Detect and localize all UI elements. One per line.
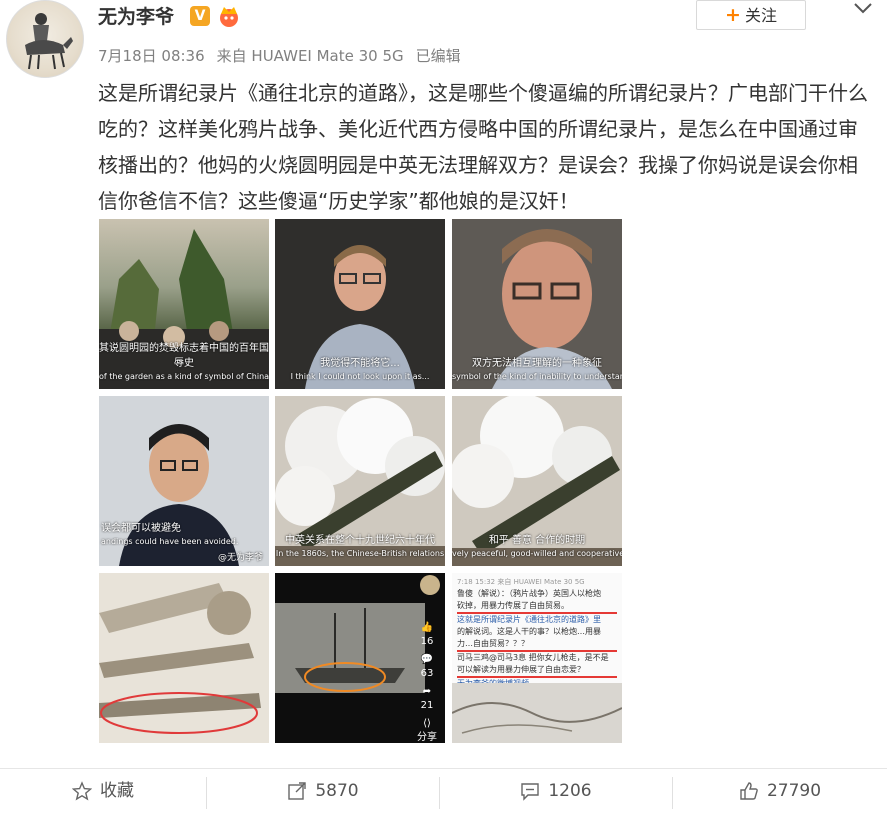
embedded-text: 的解说词。这是人干的事？以枪炮…用暴 [457, 627, 601, 636]
image-caption-en: symbol of the kind of inability to under… [452, 372, 622, 381]
comment-icon [521, 783, 540, 801]
image-caption-en: In the 1860s, the Chinese-British relati… [275, 549, 445, 558]
image-caption-cn: 其说圆明园的焚毁标志着中国的百年国辱史 [99, 343, 269, 369]
share-arrow-icon[interactable]: ➦ [417, 685, 437, 699]
image-thumbnail[interactable]: 中英关系在整个十九世纪六十年代 In the 1860s, the Chines… [275, 396, 445, 566]
like-button[interactable]: 27790 [673, 769, 887, 817]
repost-button[interactable]: 5870 [207, 769, 439, 817]
edited-label[interactable]: 已编辑 [416, 47, 461, 65]
avatar[interactable] [6, 0, 84, 78]
embedded-text: 鲁傻（解说）：（鸦片战争）英国人以枪炮 [457, 589, 601, 598]
image-thumbnail[interactable]: 误会都可以被避免 andings could have been avoided… [99, 396, 269, 566]
image-caption-en: I think I could not look upon it as... [290, 372, 430, 381]
repost-icon [288, 782, 307, 800]
image-thumbnail[interactable]: 👍 16 💬 63 ➦ 21 ⟨⟩ 分享 [275, 573, 445, 743]
image-thumbnail[interactable] [99, 573, 269, 743]
image-thumbnail[interactable]: 我觉得不能将它... I think I could not look upon… [275, 219, 445, 389]
image-caption-cn: 我觉得不能将它... [320, 358, 400, 369]
image-thumbnail[interactable]: 7:18 15:32 来自 HUAWEI Mate 30 5G 鲁傻（解说）：（… [452, 573, 622, 743]
comment-icon[interactable]: 💬 [417, 653, 437, 667]
favorite-button[interactable]: 收藏 [0, 769, 206, 817]
star-icon [71, 781, 93, 801]
watermark: @无为李爷 [217, 553, 263, 563]
verified-badge-icon: V [190, 6, 210, 26]
like-count: 27790 [766, 781, 822, 801]
embedded-text: 司马三鸡@司马3息 把你女儿枪走，是不是 [457, 653, 609, 662]
crown-icon [220, 7, 238, 27]
embedded-text: 可以解读为用暴力伸展了自由恋爱？ [457, 664, 617, 678]
comment-button[interactable]: 1206 [440, 769, 672, 817]
follow-label: 关注 [744, 6, 777, 25]
embedded-header: 7:18 15:32 来自 HUAWEI Mate 30 5G [457, 578, 585, 586]
thumbs-up-icon[interactable]: 👍 [417, 621, 437, 635]
image-thumbnail[interactable]: 其说圆明园的焚毁标志着中国的百年国辱史 of the garden as a k… [99, 219, 269, 389]
action-bar: 收藏 5870 1206 27790 [0, 768, 887, 817]
image-caption-cn: 误会都可以被避免 [101, 523, 181, 534]
image-thumbnail[interactable]: 双方无法相互理解的一种象征 symbol of the kind of inab… [452, 219, 622, 389]
image-caption-cn: 和平 善意 合作的时期 [488, 535, 586, 546]
image-caption-cn: 中英关系在整个十九世纪六十年代 [285, 535, 435, 546]
share-label: 分享 [417, 732, 437, 743]
image-caption-en: of the garden as a kind of symbol of Chi… [99, 372, 269, 381]
thumbs-up-icon [740, 782, 758, 800]
post-source: 来自 HUAWEI Mate 30 5G [216, 47, 404, 65]
share-icon[interactable]: ⟨⟩ [417, 717, 437, 731]
repost-count: 5870 [315, 781, 359, 801]
shares-count: 21 [420, 700, 434, 711]
embedded-text: 力…自由贸易？？？ [457, 638, 617, 652]
follow-button[interactable]: + 关注 [696, 0, 806, 30]
image-caption-en: andings could have been avoided. [101, 537, 239, 546]
post-text: 这是所谓纪录片《通往北京的道路》，这是哪些个傻逼编的所谓纪录片？广电部门干什么吃… [98, 81, 868, 213]
image-caption-cn: 双方无法相互理解的一种象征 [472, 358, 602, 369]
username[interactable]: 无为李爷 [98, 2, 174, 29]
plus-icon: + [725, 4, 741, 26]
post-date[interactable]: 7月18日 08:36 [98, 47, 205, 65]
post-meta: 7月18日 08:36 来自 HUAWEI Mate 30 5G 已编辑 [98, 45, 473, 66]
comment-count: 1206 [548, 781, 592, 801]
video-sidebar: 👍 16 💬 63 ➦ 21 ⟨⟩ 分享 [417, 621, 437, 743]
comments-count: 63 [420, 668, 434, 679]
chevron-down-icon[interactable] [852, 0, 874, 16]
embedded-text: 砍掉，用暴力传展了自由贸易。 [457, 600, 617, 614]
image-caption-en: vely peaceful, good-willed and cooperati… [452, 549, 622, 558]
favorite-label: 收藏 [100, 781, 134, 801]
embedded-text: 这就是所谓纪录片《通往北京的道路》里 [457, 615, 601, 624]
image-thumbnail[interactable]: 和平 善意 合作的时期 vely peaceful, good-willed a… [452, 396, 622, 566]
likes-count: 16 [420, 636, 434, 647]
